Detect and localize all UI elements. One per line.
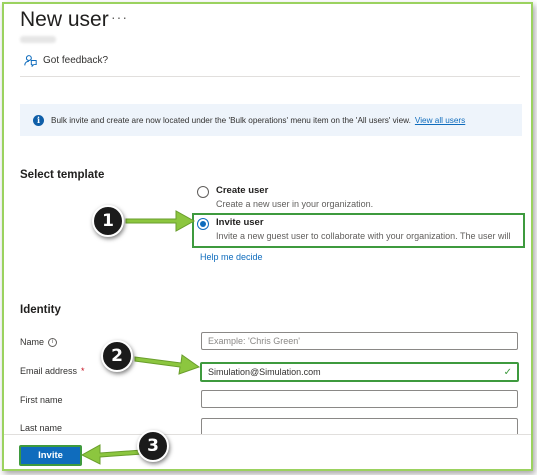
step-2-badge: 2 bbox=[101, 340, 133, 372]
email-label: Email address * bbox=[20, 366, 85, 376]
arrow-1-icon bbox=[125, 210, 196, 232]
page-title: New user bbox=[20, 8, 109, 31]
feedback-label: Got feedback? bbox=[43, 55, 109, 66]
info-icon[interactable]: i bbox=[48, 337, 58, 347]
last-name-label: Last name bbox=[20, 423, 63, 433]
identity-heading: Identity bbox=[20, 304, 61, 316]
checkmark-icon: ✓ bbox=[503, 367, 512, 378]
more-options-icon[interactable]: ··· bbox=[111, 9, 128, 25]
arrow-3-icon bbox=[80, 444, 143, 465]
email-value: Simulation@Simulation.com bbox=[208, 367, 321, 377]
divider bbox=[20, 76, 520, 77]
first-name-input[interactable] bbox=[201, 390, 518, 408]
new-user-panel: New user ··· Got feedback? i Bulk invite… bbox=[2, 2, 533, 471]
radio-desc: Invite a new guest user to collaborate w… bbox=[216, 231, 511, 241]
radio-title: Create user bbox=[216, 185, 269, 196]
email-input[interactable]: Simulation@Simulation.com ✓ bbox=[200, 362, 519, 382]
view-all-users-link[interactable]: View all users bbox=[415, 116, 465, 125]
blurred-subtitle bbox=[20, 36, 56, 43]
info-banner: i Bulk invite and create are now located… bbox=[20, 104, 522, 136]
select-template-heading: Select template bbox=[20, 169, 105, 181]
step-3-badge: 3 bbox=[137, 430, 169, 462]
radio-button-selected[interactable] bbox=[197, 218, 209, 230]
help-me-decide-link[interactable]: Help me decide bbox=[200, 252, 263, 262]
info-icon: i bbox=[33, 114, 44, 126]
name-input[interactable]: Example: 'Chris Green' bbox=[201, 332, 518, 350]
arrow-2-icon bbox=[134, 354, 201, 375]
radio-title: Invite user bbox=[216, 217, 264, 228]
email-label-text: Email address bbox=[20, 366, 78, 376]
banner-text: Bulk invite and create are now located u… bbox=[51, 115, 411, 125]
required-marker: * bbox=[81, 366, 85, 376]
feedback-icon bbox=[24, 55, 37, 67]
name-label: Name i bbox=[20, 337, 58, 347]
feedback-link[interactable]: Got feedback? bbox=[24, 54, 108, 67]
radio-create-user[interactable]: Create user Create a new user in your or… bbox=[197, 185, 373, 209]
radio-invite-user[interactable]: Invite user Invite a new guest user to c… bbox=[197, 217, 511, 241]
name-label-text: Name bbox=[20, 337, 45, 347]
radio-desc: Create a new user in your organization. bbox=[216, 199, 374, 209]
radio-button[interactable] bbox=[197, 186, 209, 198]
first-name-label: First name bbox=[20, 395, 63, 405]
invite-button[interactable]: Invite bbox=[19, 445, 82, 466]
step-1-badge: 1 bbox=[92, 205, 124, 237]
